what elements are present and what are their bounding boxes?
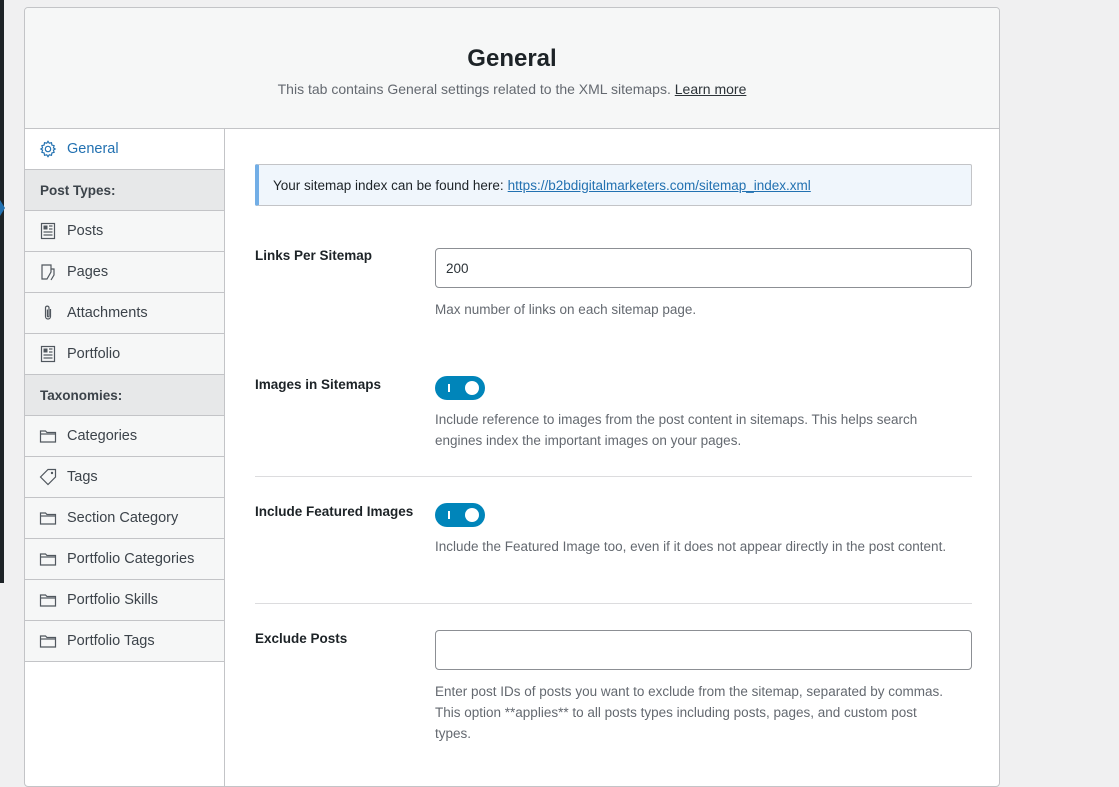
settings-panel: General This tab contains General settin… [24, 7, 1000, 787]
images-in-sitemaps-toggle[interactable] [435, 376, 485, 400]
toggle-on-bar [448, 384, 450, 392]
include-featured-images-toggle[interactable] [435, 503, 485, 527]
sidebar-item-categories[interactable]: Categories [25, 416, 224, 457]
folder-icon [39, 509, 57, 527]
sidebar-item-posts[interactable]: Posts [25, 211, 224, 252]
page-icon [39, 263, 57, 281]
sidebar-heading-taxonomies: Taxonomies: [25, 375, 224, 416]
sidebar-item-pages[interactable]: Pages [25, 252, 224, 293]
settings-separator [255, 603, 972, 604]
settings-content: Your sitemap index can be found here: ht… [255, 164, 972, 741]
sidebar-item-tags[interactable]: Tags [25, 457, 224, 498]
sidebar-item-portfolio[interactable]: Portfolio [25, 334, 224, 375]
paperclip-icon [39, 304, 57, 322]
page-title: General [467, 45, 557, 72]
links-per-sitemap-label: Links Per Sitemap [255, 248, 373, 263]
sidebar-heading-post-types: Post Types: [25, 170, 224, 211]
page-description-text: This tab contains General settings relat… [277, 81, 671, 97]
page-description: This tab contains General settings relat… [25, 81, 999, 97]
panel-header: General This tab contains General settin… [25, 8, 999, 129]
tag-icon [39, 468, 57, 486]
document-icon [39, 345, 57, 363]
exclude-posts-help: Enter post IDs of posts you want to excl… [435, 684, 943, 741]
sidebar-item-attachments[interactable]: Attachments [25, 293, 224, 334]
sidebar-item-label: Portfolio [67, 346, 121, 362]
gear-icon [39, 140, 57, 158]
learn-more-link[interactable]: Learn more [675, 81, 747, 97]
admin-menu-current-arrow [0, 200, 5, 216]
links-per-sitemap-input[interactable] [435, 248, 972, 288]
toggle-on-bar [448, 511, 450, 519]
folder-icon [39, 550, 57, 568]
sidebar-item-section-category[interactable]: Section Category [25, 498, 224, 539]
sidebar-item-label: Attachments [67, 305, 148, 321]
links-per-sitemap-help: Max number of links on each sitemap page… [435, 302, 697, 317]
images-in-sitemaps-label: Images in Sitemaps [255, 377, 382, 392]
sidebar-item-label: Portfolio Categories [67, 551, 195, 567]
sidebar-item-portfolio-skills[interactable]: Portfolio Skills [25, 580, 224, 621]
folder-icon [39, 427, 57, 445]
settings-separator [255, 476, 972, 477]
document-icon [39, 222, 57, 240]
sidebar-item-portfolio-tags[interactable]: Portfolio Tags [25, 621, 224, 662]
sidebar-item-portfolio-categories[interactable]: Portfolio Categories [25, 539, 224, 580]
exclude-posts-input[interactable] [435, 630, 972, 670]
images-in-sitemaps-field: Include reference to images from the pos… [435, 376, 972, 451]
content-divider [224, 662, 225, 786]
toggle-knob [465, 508, 479, 522]
sidebar-item-label: Posts [67, 223, 104, 239]
folder-icon [39, 632, 57, 650]
sidebar-item-general[interactable]: General [25, 129, 224, 170]
sitemap-index-notice: Your sitemap index can be found here: ht… [255, 164, 972, 206]
sidebar-item-label: Categories [67, 428, 138, 444]
settings-sidebar: General Post Types: Posts Pages Attachme… [25, 129, 225, 662]
exclude-posts-field: Enter post IDs of posts you want to excl… [435, 630, 972, 744]
images-in-sitemaps-help: Include reference to images from the pos… [435, 412, 918, 448]
exclude-posts-label: Exclude Posts [255, 631, 348, 646]
notice-text: Your sitemap index can be found here: [273, 177, 504, 193]
folder-icon [39, 591, 57, 609]
sidebar-item-label: Portfolio Skills [67, 592, 159, 608]
links-per-sitemap-field: Max number of links on each sitemap page… [435, 248, 972, 320]
sidebar-item-label: General [67, 141, 119, 157]
toggle-knob [465, 381, 479, 395]
include-featured-images-field: Include the Featured Image too, even if … [435, 503, 972, 557]
include-featured-images-help: Include the Featured Image too, even if … [435, 539, 947, 554]
sidebar-item-label: Tags [67, 469, 98, 485]
include-featured-images-label: Include Featured Images [255, 504, 414, 519]
sidebar-item-label: Pages [67, 264, 109, 280]
admin-menu-edge [0, 0, 4, 583]
sitemap-index-link[interactable]: https://b2bdigitalmarketers.com/sitemap_… [508, 178, 811, 193]
sidebar-item-label: Portfolio Tags [67, 633, 155, 649]
sidebar-item-label: Section Category [67, 510, 179, 526]
